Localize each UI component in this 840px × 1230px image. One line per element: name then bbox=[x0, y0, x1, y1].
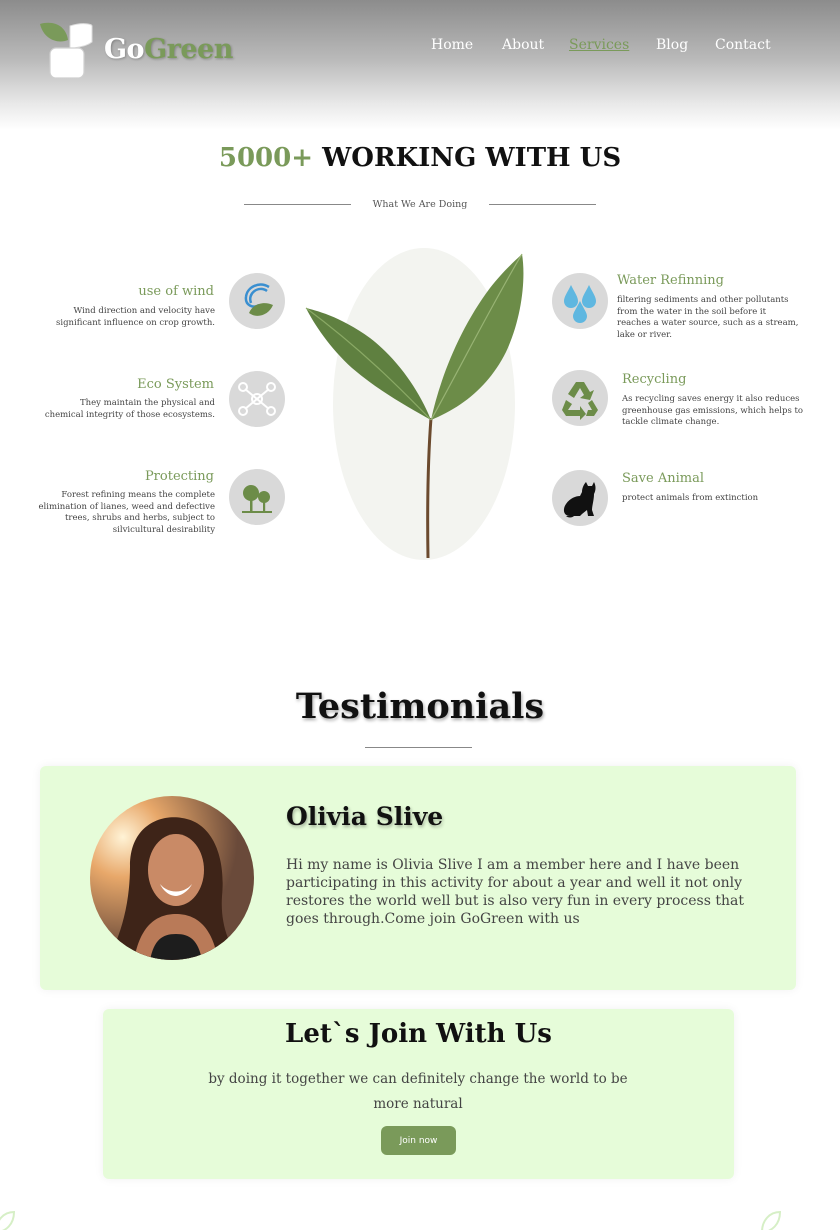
nav-about[interactable]: About bbox=[502, 37, 544, 53]
feature-desc-ecosystem: They maintain the physical and chemical … bbox=[44, 398, 215, 420]
join-title: Let`s Join With Us bbox=[285, 1019, 552, 1049]
working-title: WORKING WITH US bbox=[322, 143, 622, 173]
working-count: 5000+ bbox=[218, 143, 314, 173]
working-subtitle: What We Are Doing bbox=[372, 199, 468, 210]
corner-leaf-right-icon bbox=[761, 1210, 782, 1230]
testimonials-divider bbox=[365, 747, 472, 748]
feature-desc-protecting: Forest refining means the complete elimi… bbox=[38, 490, 216, 535]
testimonial-name: Olivia Slive bbox=[286, 802, 444, 831]
ecosystem-icon-circle[interactable] bbox=[229, 371, 285, 427]
feature-title-ecosystem: Eco System bbox=[137, 377, 214, 392]
animal-icon-circle[interactable] bbox=[552, 470, 608, 526]
water-icon-circle[interactable] bbox=[552, 273, 608, 329]
nav-home[interactable]: Home bbox=[431, 37, 473, 53]
testimonial-card: Olivia Slive Hi my name is Olivia Slive … bbox=[40, 766, 796, 990]
cat-icon bbox=[563, 482, 596, 518]
feature-title-protecting: Protecting bbox=[144, 469, 214, 484]
recycle-icon bbox=[562, 382, 598, 420]
site-header: GoGreen Home About Services Blog Contact bbox=[0, 0, 840, 130]
avatar-photo bbox=[90, 796, 254, 960]
protecting-icon-circle[interactable] bbox=[229, 469, 285, 525]
feature-desc-animal: protect animals from extinction bbox=[622, 493, 759, 503]
nav-services[interactable]: Services bbox=[569, 37, 629, 53]
working-heading: 5000+ WORKING WITH US bbox=[0, 143, 840, 173]
corner-leaf-left-icon bbox=[0, 1210, 16, 1230]
recycling-icon-circle[interactable] bbox=[552, 370, 608, 426]
feature-title-water: Water Refinning bbox=[617, 273, 724, 288]
wind-leaf-icon bbox=[244, 283, 273, 316]
feature-desc-recycling: As recycling saves energy it also reduce… bbox=[622, 394, 804, 427]
avatar bbox=[90, 796, 254, 960]
join-now-button[interactable]: Join now bbox=[381, 1126, 456, 1155]
plant-sprout-image bbox=[305, 253, 524, 559]
network-icon bbox=[238, 382, 276, 416]
water-drops-icon bbox=[564, 285, 596, 323]
trees-icon bbox=[242, 485, 272, 513]
feature-title-recycling: Recycling bbox=[622, 372, 687, 387]
feature-desc-wind: Wind direction and velocity have signifi… bbox=[55, 306, 215, 328]
main-nav: Home About Services Blog Contact bbox=[0, 37, 840, 57]
feature-desc-water: filtering sediments and other pollutants… bbox=[617, 295, 799, 340]
wind-icon-circle[interactable] bbox=[229, 273, 285, 329]
join-text: by doing it together we can definitely c… bbox=[208, 1071, 628, 1112]
feature-title-animal: Save Animal bbox=[622, 471, 704, 486]
nav-contact[interactable]: Contact bbox=[715, 37, 771, 53]
testimonial-text: Hi my name is Olivia Slive I am a member… bbox=[286, 857, 744, 927]
feature-title-wind: use of wind bbox=[138, 284, 214, 299]
nav-blog[interactable]: Blog bbox=[656, 37, 688, 53]
join-card: Let`s Join With Us by doing it together … bbox=[103, 1009, 734, 1179]
testimonials-heading: Testimonials bbox=[295, 686, 545, 727]
